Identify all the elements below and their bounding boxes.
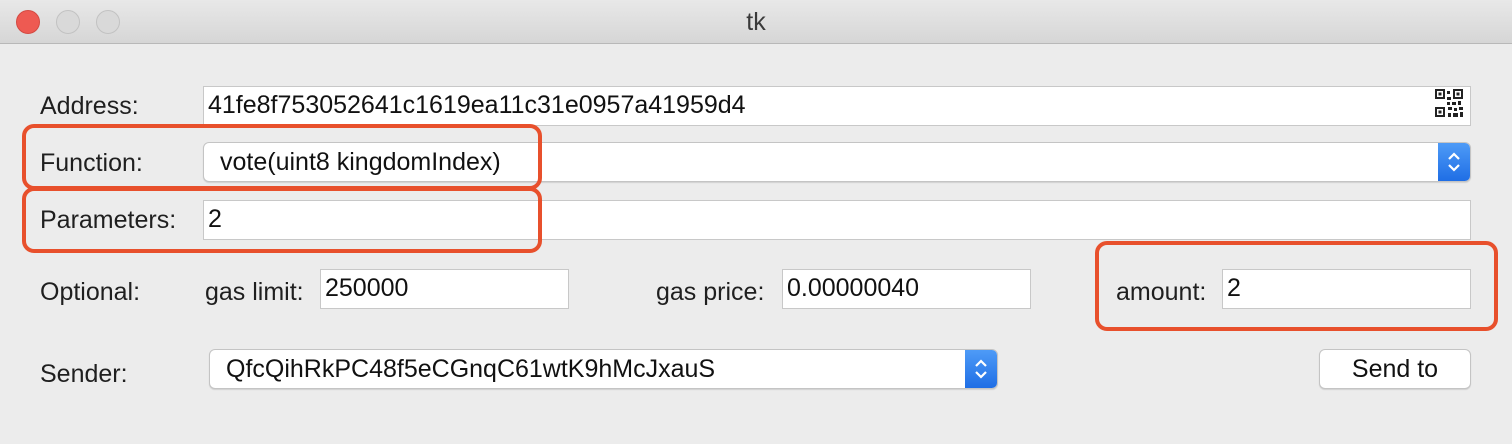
sender-label: Sender:	[40, 360, 128, 388]
function-highlight-box	[22, 124, 542, 190]
parameters-highlight-box	[22, 187, 542, 253]
sender-select-value: QfcQihRkPC48f5eCGnqC61wtK9hMcJxauS	[226, 355, 716, 383]
send-to-button[interactable]: Send to	[1319, 349, 1471, 389]
gas-limit-field[interactable]: 250000	[320, 269, 569, 309]
title-bar: tk	[0, 0, 1512, 44]
chevron-up-down-icon	[1438, 143, 1470, 181]
gas-price-field[interactable]: 0.00000040	[782, 269, 1031, 309]
optional-label: Optional:	[40, 278, 141, 306]
qr-code-icon[interactable]	[1435, 89, 1463, 117]
window-title: tk	[746, 8, 766, 36]
gas-price-label: gas price:	[656, 278, 765, 306]
amount-highlight-box	[1095, 241, 1498, 331]
address-field[interactable]: 41fe8f753052641c1619ea11c31e0957a41959d4	[203, 86, 1471, 126]
sender-select[interactable]: QfcQihRkPC48f5eCGnqC61wtK9hMcJxauS	[209, 349, 998, 389]
address-label: Address:	[40, 92, 139, 120]
gas-limit-label: gas limit:	[205, 278, 304, 306]
chevron-up-down-icon	[965, 350, 997, 388]
